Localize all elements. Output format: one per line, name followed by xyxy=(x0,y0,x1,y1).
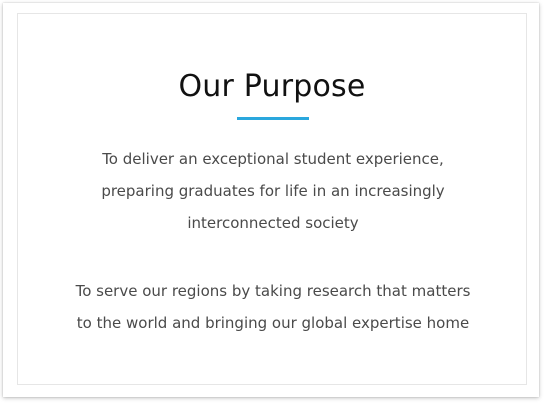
statement-line: to the world and bringing our global exp… xyxy=(76,314,470,332)
statement-line: preparing graduates for life in an incre… xyxy=(101,182,445,200)
statement-line: interconnected society xyxy=(187,214,359,232)
statement-line: To serve our regions by taking research … xyxy=(75,282,471,300)
statement-line: To deliver an exceptional student experi… xyxy=(102,150,444,168)
heading-underline xyxy=(237,117,309,120)
purpose-card: Our Purpose To deliver an exceptional st… xyxy=(3,3,539,397)
purpose-statement-research: To serve our regions by taking research … xyxy=(48,275,498,339)
purpose-panel: Our Purpose To deliver an exceptional st… xyxy=(17,13,527,385)
purpose-statement-education: To deliver an exceptional student experi… xyxy=(48,143,498,239)
section-heading: Our Purpose xyxy=(178,69,366,104)
